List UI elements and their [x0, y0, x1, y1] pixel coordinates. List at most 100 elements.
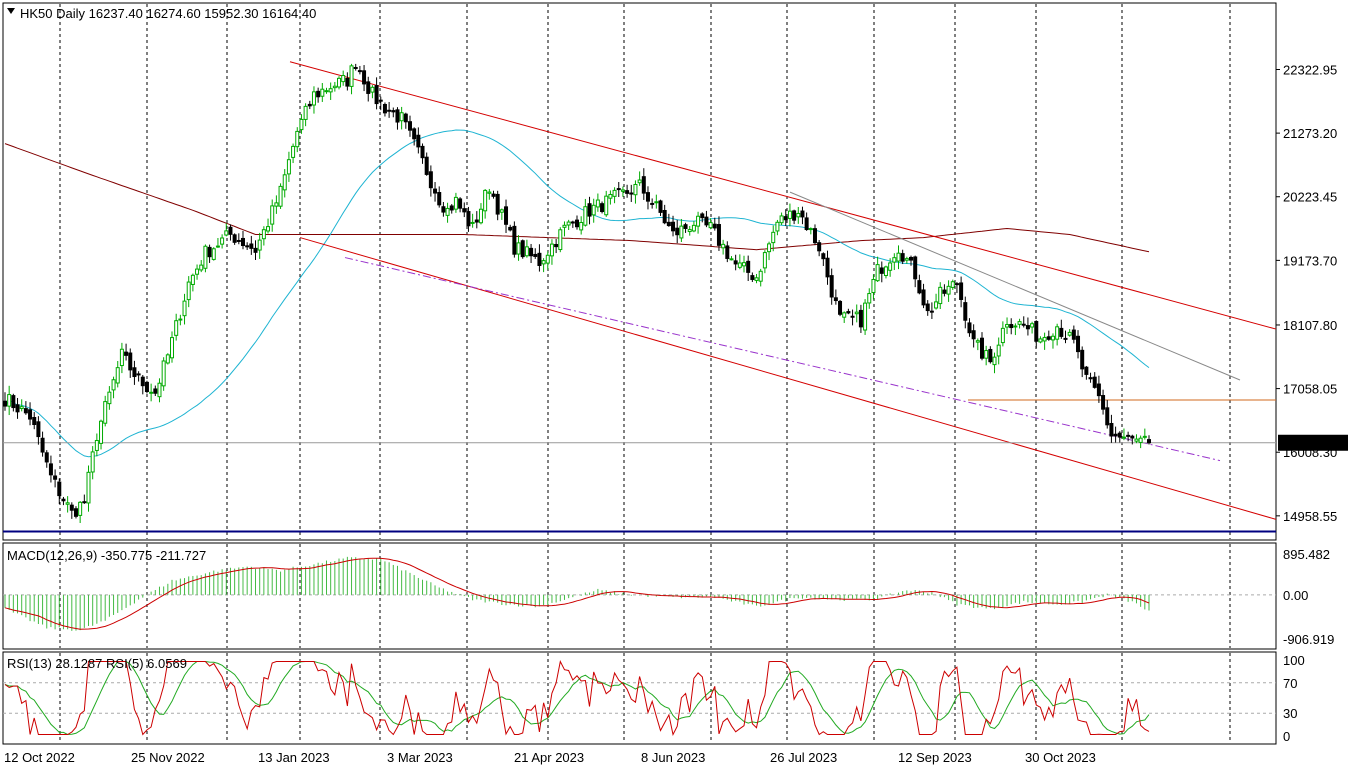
candle-body — [437, 192, 442, 206]
candle-body — [73, 508, 78, 517]
price-axis-label: 22322.95 — [1283, 62, 1337, 77]
candle-body — [366, 81, 371, 94]
main-panel — [2, 2, 1277, 541]
candle-body — [140, 376, 145, 387]
candle-body — [182, 300, 187, 317]
candle-body — [733, 260, 738, 265]
candle-body — [470, 221, 475, 224]
candle-body — [946, 285, 951, 295]
candle-body — [295, 130, 300, 148]
candle-body — [950, 281, 955, 288]
candle-body — [487, 191, 492, 194]
candle-body — [353, 66, 358, 69]
candle-body — [245, 245, 250, 248]
candle-body — [61, 498, 66, 502]
candle-body — [483, 189, 488, 212]
candle-body — [558, 229, 563, 251]
candle-body — [988, 348, 993, 363]
candle-body — [888, 262, 893, 271]
candle-body — [767, 243, 772, 253]
candle-body — [474, 219, 479, 223]
candle-body — [428, 171, 433, 189]
candle-body — [979, 337, 984, 359]
candle-body — [579, 221, 584, 231]
candle-body — [11, 395, 16, 409]
candle-body — [921, 289, 926, 306]
candle-body — [863, 302, 868, 331]
candle-body — [641, 176, 646, 194]
candle-body — [808, 228, 813, 231]
candle-body — [549, 243, 554, 257]
candle-body — [1067, 331, 1072, 336]
candle-body — [817, 242, 822, 252]
candle-body — [1017, 321, 1022, 325]
candle-body — [458, 198, 463, 209]
candle-body — [583, 206, 588, 226]
candle-body — [165, 354, 170, 364]
candle-body — [716, 224, 721, 246]
candle-body — [1105, 407, 1110, 426]
candle-body — [65, 502, 70, 505]
candle-body — [307, 103, 312, 107]
candle-body — [675, 227, 680, 236]
candle-body — [161, 360, 166, 387]
rsi-axis-label: 30 — [1283, 706, 1297, 721]
candle-body — [520, 240, 525, 258]
candle-body — [23, 408, 28, 414]
candle-body — [666, 221, 671, 227]
candle-body — [512, 225, 517, 255]
rsi-title: RSI(13) 28.1287 RSI(5) 6.0569 — [7, 656, 187, 671]
candle-body — [236, 239, 241, 242]
candle-body — [178, 318, 183, 321]
candle-body — [1088, 377, 1093, 380]
candle-body — [754, 277, 759, 281]
candle-body — [491, 193, 496, 197]
candle-body — [382, 103, 387, 114]
candle-body — [462, 208, 467, 213]
candle-body — [612, 189, 617, 197]
candle-body — [883, 266, 888, 277]
x-tick-label: 12 Sep 2023 — [898, 750, 972, 765]
candle-body — [170, 337, 175, 359]
candle-body — [842, 312, 847, 318]
candle-body — [554, 243, 559, 248]
candle-body — [917, 280, 922, 294]
candle-body — [115, 367, 120, 384]
candle-body — [403, 113, 408, 123]
candle-body — [57, 481, 62, 497]
candle-body — [266, 226, 271, 232]
candle-body — [15, 404, 20, 413]
candle-body — [249, 243, 254, 249]
x-tick-label: 30 Oct 2023 — [1025, 750, 1096, 765]
candle-body — [387, 109, 392, 112]
candle-body — [967, 322, 972, 334]
x-tick-label: 21 Apr 2023 — [514, 750, 584, 765]
candle-body — [253, 247, 258, 253]
candle-body — [867, 293, 872, 304]
candle-body — [1013, 325, 1018, 328]
candle-body — [654, 201, 659, 204]
candle-body — [433, 188, 438, 194]
candle-body — [1025, 325, 1030, 330]
candle-body — [833, 297, 838, 302]
candle-body — [324, 90, 329, 93]
candle-body — [40, 437, 45, 453]
candle-body — [508, 226, 513, 231]
candle-body — [570, 221, 575, 224]
candle-body — [971, 330, 976, 340]
candle-body — [975, 340, 980, 343]
candle-body — [412, 128, 417, 140]
candle-body — [812, 228, 817, 244]
candle-body — [320, 88, 325, 97]
candle-body — [625, 190, 630, 194]
candle-body — [750, 275, 755, 280]
candle-body — [524, 246, 529, 257]
x-tick-label: 3 Mar 2023 — [387, 750, 453, 765]
candle-body — [637, 179, 642, 184]
candle-body — [78, 501, 83, 516]
candle-body — [374, 85, 379, 105]
candle-body — [737, 262, 742, 268]
candle-body — [1030, 323, 1035, 328]
candle-body — [328, 88, 333, 93]
candle-body — [1117, 432, 1122, 438]
